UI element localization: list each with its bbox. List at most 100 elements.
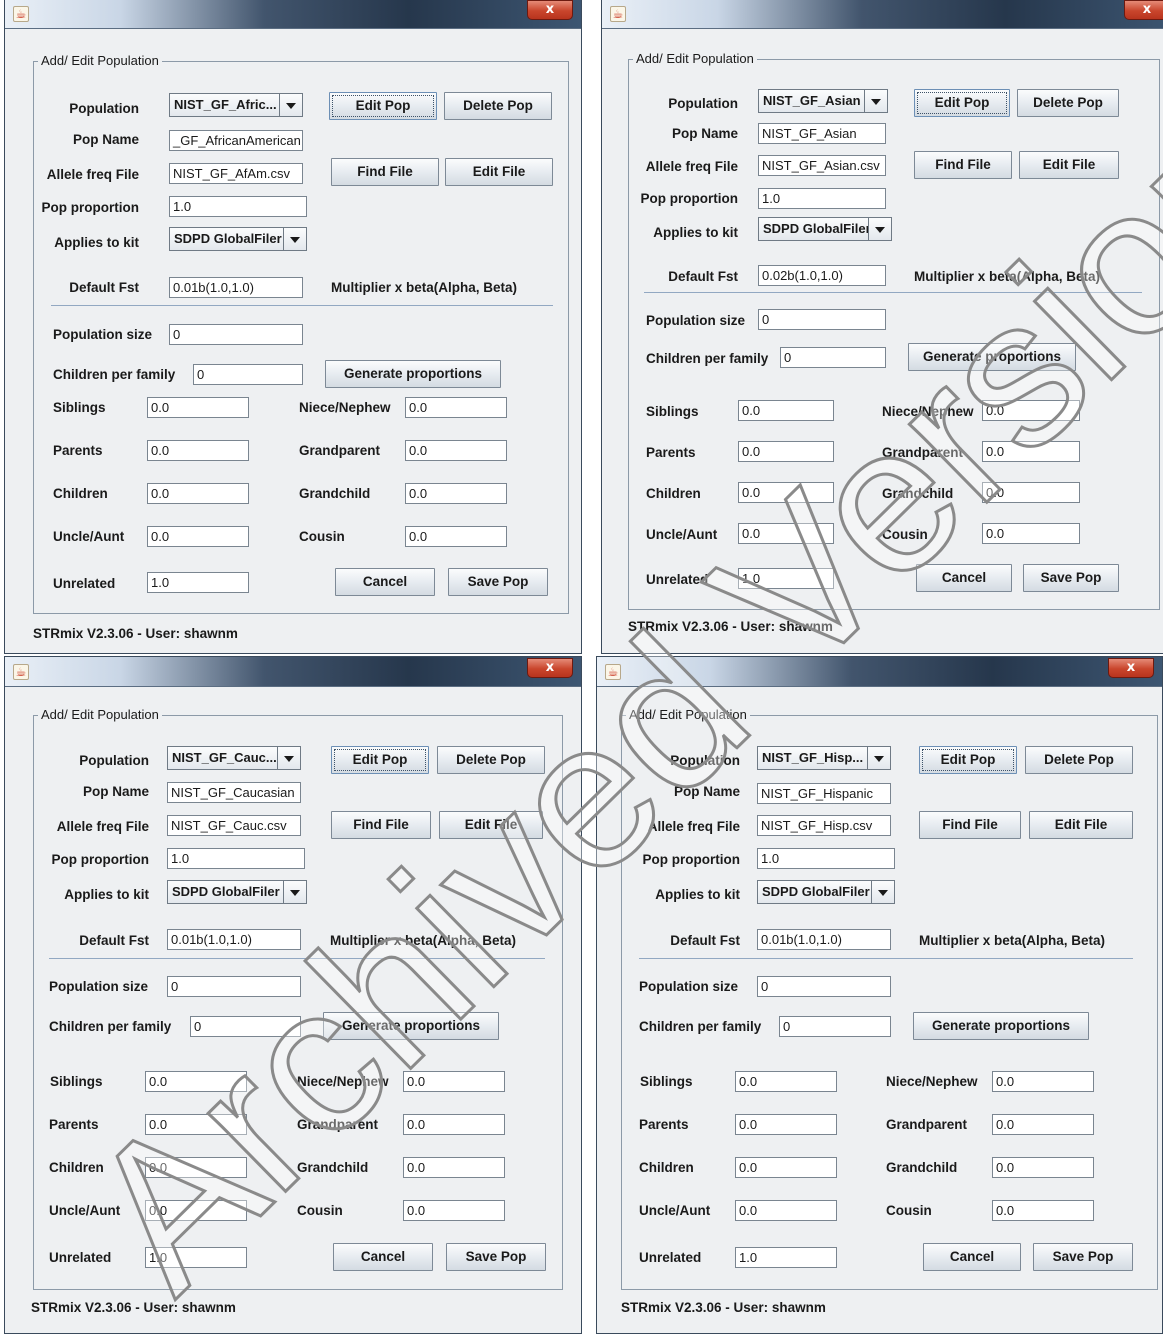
delete-pop-button[interactable]: Delete Pop [1017, 89, 1119, 117]
parents-input[interactable]: 0.0 [738, 441, 834, 462]
uncle-aunt-input[interactable]: 0.0 [735, 1200, 837, 1221]
chevron-down-icon[interactable] [283, 881, 306, 903]
close-window-button[interactable]: x [1108, 658, 1154, 678]
find-file-button[interactable]: Find File [914, 151, 1012, 179]
title-bar[interactable]: ☕ x [5, 657, 581, 687]
niece-nephew-input[interactable]: 0.0 [992, 1071, 1094, 1092]
cancel-button[interactable]: Cancel [923, 1243, 1021, 1271]
pop-name-input[interactable]: _GF_AfricanAmerican [169, 130, 303, 151]
title-bar[interactable]: ☕ x [597, 657, 1162, 687]
pop-proportion-input[interactable]: 1.0 [758, 188, 886, 209]
edit-pop-button[interactable]: Edit Pop [919, 746, 1017, 774]
parents-input[interactable]: 0.0 [735, 1114, 837, 1135]
pop-proportion-input[interactable]: 1.0 [757, 848, 895, 869]
population-combo[interactable]: NIST_GF_Afric... [169, 93, 303, 117]
close-window-button[interactable]: x [527, 0, 573, 20]
edit-file-button[interactable]: Edit File [439, 811, 543, 839]
children-per-family-input[interactable]: 0 [190, 1016, 301, 1037]
chevron-down-icon[interactable] [279, 94, 302, 116]
cancel-button[interactable]: Cancel [335, 568, 435, 596]
children-input[interactable]: 0.0 [738, 482, 834, 503]
grandchild-input[interactable]: 0.0 [992, 1157, 1094, 1178]
population-size-input[interactable]: 0 [758, 309, 886, 330]
pop-proportion-input[interactable]: 1.0 [167, 848, 305, 869]
generate-proportions-button[interactable]: Generate proportions [323, 1012, 499, 1040]
close-window-button[interactable]: x [527, 658, 573, 678]
edit-pop-button[interactable]: Edit Pop [331, 746, 429, 774]
cousin-input[interactable]: 0.0 [992, 1200, 1094, 1221]
population-combo[interactable]: NIST_GF_Hisp... [757, 746, 891, 770]
edit-file-button[interactable]: Edit File [445, 158, 553, 186]
save-pop-button[interactable]: Save Pop [446, 1243, 546, 1271]
pop-name-input[interactable]: NIST_GF_Hispanic [757, 783, 891, 804]
siblings-input[interactable]: 0.0 [147, 397, 249, 418]
pop-proportion-input[interactable]: 1.0 [169, 196, 307, 217]
children-input[interactable]: 0.0 [147, 483, 249, 504]
parents-input[interactable]: 0.0 [147, 440, 249, 461]
grandparent-input[interactable]: 0.0 [992, 1114, 1094, 1135]
save-pop-button[interactable]: Save Pop [1033, 1243, 1133, 1271]
default-fst-input[interactable]: 0.02b(1.0,1.0) [758, 265, 886, 286]
allele-file-input[interactable]: NIST_GF_Asian.csv [758, 155, 886, 176]
siblings-input[interactable]: 0.0 [738, 400, 834, 421]
default-fst-input[interactable]: 0.01b(1.0,1.0) [169, 277, 303, 298]
unrelated-input[interactable]: 1.0 [145, 1247, 247, 1268]
delete-pop-button[interactable]: Delete Pop [437, 746, 545, 774]
applies-kit-combo[interactable]: SDPD GlobalFiler [169, 227, 307, 251]
children-per-family-input[interactable]: 0 [780, 347, 886, 368]
population-combo[interactable]: NIST_GF_Asian [758, 89, 888, 113]
chevron-down-icon[interactable] [283, 228, 306, 250]
chevron-down-icon[interactable] [277, 747, 300, 769]
delete-pop-button[interactable]: Delete Pop [1025, 746, 1133, 774]
generate-proportions-button[interactable]: Generate proportions [908, 343, 1076, 371]
uncle-aunt-input[interactable]: 0.0 [145, 1200, 247, 1221]
population-combo[interactable]: NIST_GF_Cauc... [167, 746, 301, 770]
chevron-down-icon[interactable] [868, 218, 891, 240]
edit-file-button[interactable]: Edit File [1029, 811, 1133, 839]
uncle-aunt-input[interactable]: 0.0 [147, 526, 249, 547]
unrelated-input[interactable]: 1.0 [738, 568, 834, 589]
applies-kit-combo[interactable]: SDPD GlobalFiler [167, 880, 307, 904]
children-per-family-input[interactable]: 0 [779, 1016, 891, 1037]
default-fst-input[interactable]: 0.01b(1.0,1.0) [757, 929, 891, 950]
population-size-input[interactable]: 0 [169, 324, 303, 345]
parents-input[interactable]: 0.0 [145, 1114, 247, 1135]
allele-file-input[interactable]: NIST_GF_AfAm.csv [169, 163, 303, 184]
save-pop-button[interactable]: Save Pop [448, 568, 548, 596]
edit-pop-button[interactable]: Edit Pop [329, 92, 437, 120]
close-window-button[interactable]: x [1124, 0, 1163, 20]
find-file-button[interactable]: Find File [331, 158, 439, 186]
generate-proportions-button[interactable]: Generate proportions [913, 1012, 1089, 1040]
niece-nephew-input[interactable]: 0.0 [405, 397, 507, 418]
cousin-input[interactable]: 0.0 [982, 523, 1080, 544]
pop-name-input[interactable]: NIST_GF_Asian [758, 123, 886, 144]
population-size-input[interactable]: 0 [757, 976, 891, 997]
cousin-input[interactable]: 0.0 [403, 1200, 505, 1221]
delete-pop-button[interactable]: Delete Pop [444, 92, 552, 120]
edit-pop-button[interactable]: Edit Pop [914, 89, 1010, 117]
chevron-down-icon[interactable] [867, 747, 890, 769]
edit-file-button[interactable]: Edit File [1019, 151, 1119, 179]
default-fst-input[interactable]: 0.01b(1.0,1.0) [167, 929, 301, 950]
grandparent-input[interactable]: 0.0 [982, 441, 1080, 462]
pop-name-input[interactable]: NIST_GF_Caucasian [167, 782, 301, 803]
cancel-button[interactable]: Cancel [333, 1243, 433, 1271]
unrelated-input[interactable]: 1.0 [147, 572, 249, 593]
grandchild-input[interactable]: 0.0 [982, 482, 1080, 503]
children-input[interactable]: 0.0 [145, 1157, 247, 1178]
allele-file-input[interactable]: NIST_GF_Hisp.csv [757, 815, 891, 836]
chevron-down-icon[interactable] [871, 881, 894, 903]
grandchild-input[interactable]: 0.0 [403, 1157, 505, 1178]
uncle-aunt-input[interactable]: 0.0 [738, 523, 834, 544]
allele-file-input[interactable]: NIST_GF_Cauc.csv [167, 815, 301, 836]
niece-nephew-input[interactable]: 0.0 [403, 1071, 505, 1092]
find-file-button[interactable]: Find File [919, 811, 1021, 839]
cousin-input[interactable]: 0.0 [405, 526, 507, 547]
grandchild-input[interactable]: 0.0 [405, 483, 507, 504]
title-bar[interactable]: ☕ x [5, 0, 581, 29]
children-input[interactable]: 0.0 [735, 1157, 837, 1178]
save-pop-button[interactable]: Save Pop [1023, 564, 1119, 592]
chevron-down-icon[interactable] [864, 90, 887, 112]
title-bar[interactable]: ☕ x [602, 0, 1163, 29]
niece-nephew-input[interactable]: 0.0 [982, 400, 1080, 421]
